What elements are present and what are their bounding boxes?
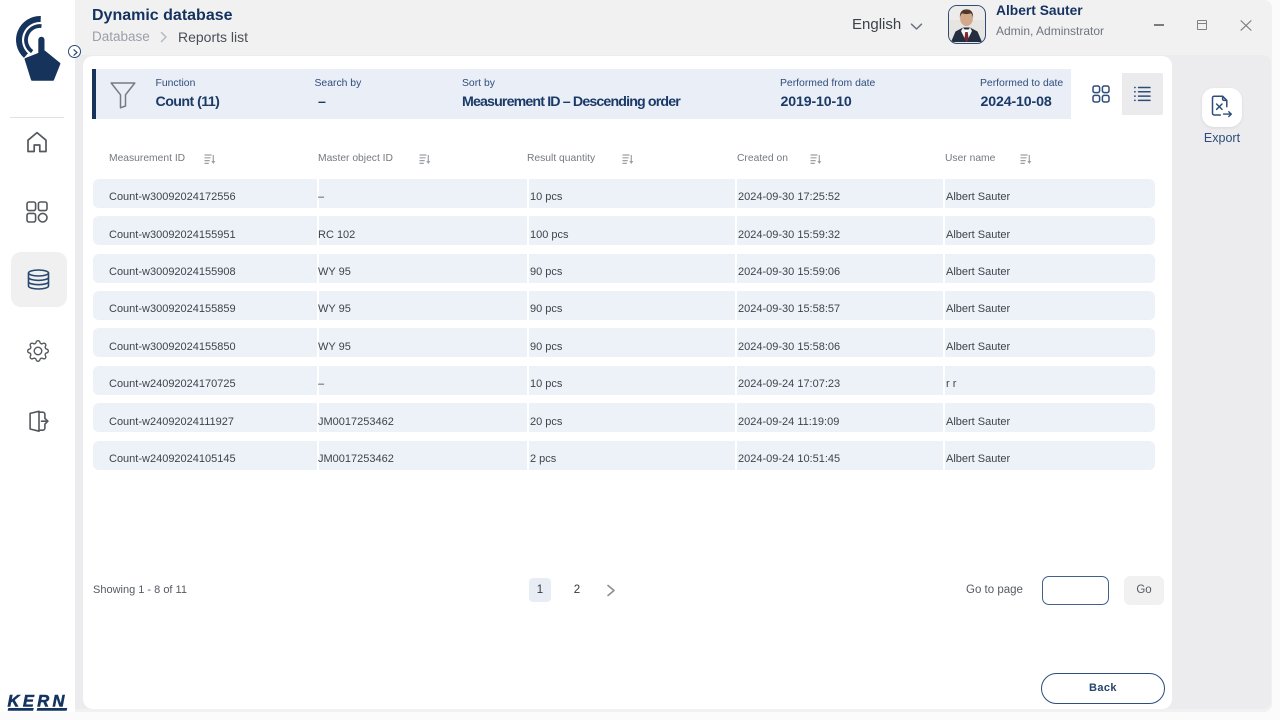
svg-text:KERN: KERN [8, 692, 68, 710]
